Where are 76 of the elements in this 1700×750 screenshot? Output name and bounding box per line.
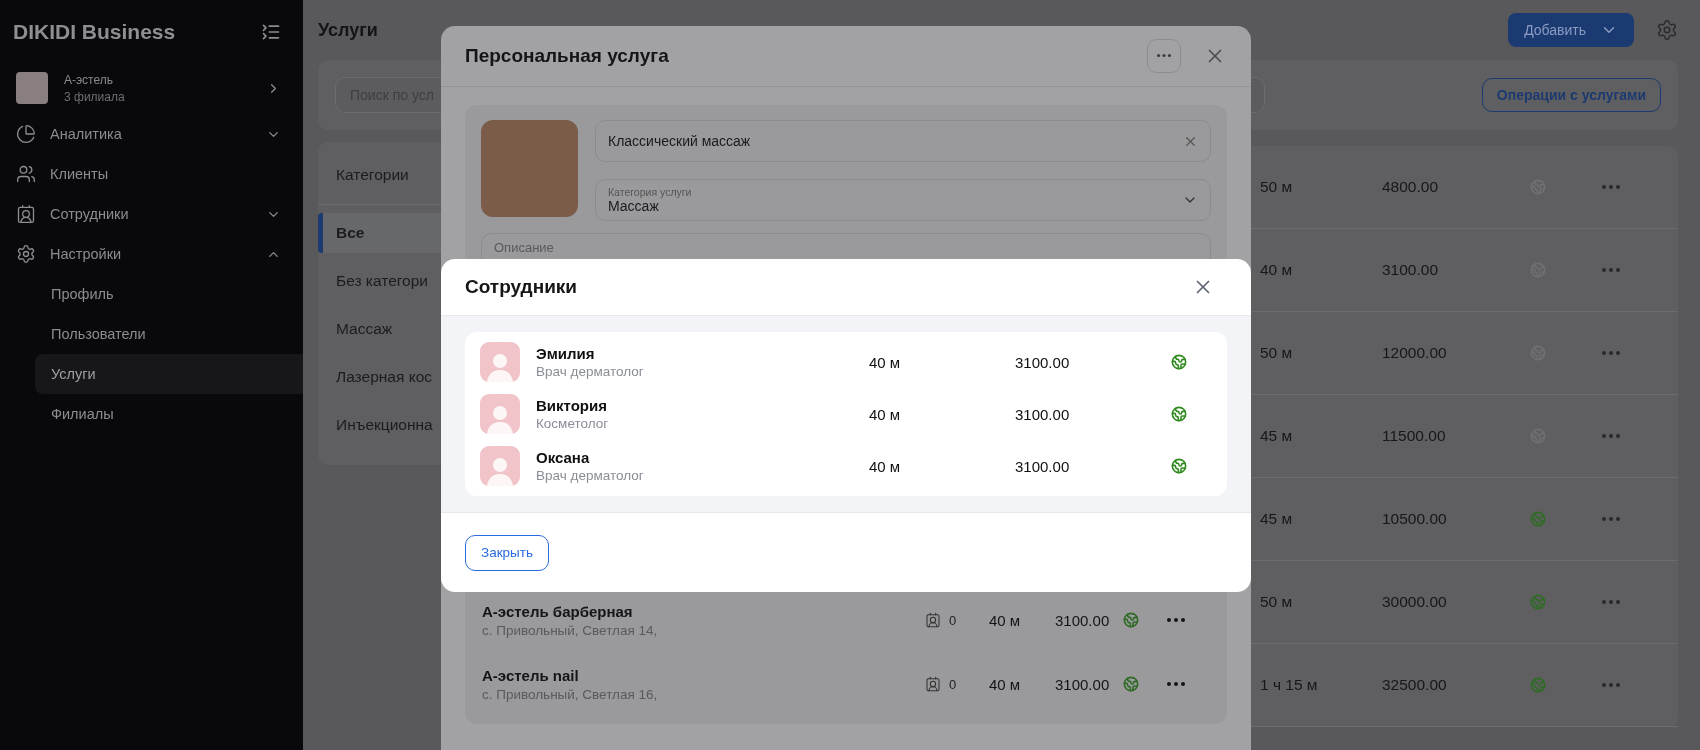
duration-cell-text: 40 м [869,405,902,423]
branch-address: с. Привольный, Светлая 16, [482,686,659,702]
ellipsis-icon [1167,682,1185,686]
sidebar-subitem[interactable]: Услуги [35,354,303,394]
ellipsis-icon [1602,600,1620,604]
nav-icon [16,164,36,184]
employee-role: Врач дерматолог [536,364,645,379]
dialog-title: Сотрудники [465,276,578,298]
ellipsis-icon [1602,683,1620,687]
ellipsis-icon [1602,517,1620,521]
nav-icon [16,204,36,224]
branch-name: А-эстель nail [482,666,580,684]
duration-cell-text: 40 м [989,675,1022,693]
employee-role: Врач дерматолог [536,468,645,483]
ellipsis-icon [1602,268,1620,272]
sidebar-item[interactable]: Аналитика [0,114,303,154]
price-cell-text: 3100.00 [1055,675,1111,693]
price-cell-text: 30000.00 [1382,593,1448,611]
dialog-title: Персональная услуга [465,45,670,67]
ellipsis-icon [1602,434,1620,438]
price-cell-text: 3100.00 [1015,457,1071,475]
employee-name: Эмилия [536,345,596,362]
sidebar-item[interactable]: Настройки [0,234,303,274]
duration-cell-text: 1 ч 15 м [1260,676,1319,694]
account-subtitle: 3 филиала [64,89,126,104]
duration-cell-text: 40 м [869,353,902,371]
sidebar-subitem[interactable]: Профиль [35,274,303,314]
sidebar-subitem[interactable]: Филиалы [35,394,303,434]
ellipsis-icon [1602,351,1620,355]
price-cell-text: 32500.00 [1382,676,1448,694]
staff-icon [925,612,941,628]
nav-icon [16,124,36,144]
staff-icon [925,676,941,692]
avatar-placeholder [480,394,520,434]
avatar-placeholder [480,342,520,382]
nav-icon [16,244,36,264]
duration-cell-text: 45 м [1260,427,1294,445]
duration-cell-text: 40 м [989,611,1022,629]
ellipsis-icon [1167,618,1185,622]
close-button[interactable]: Закрыть [465,534,549,571]
branch-name: А-эстель барберная [482,602,634,620]
employee-role: Косметолог [536,416,610,431]
price-cell-text: 10500.00 [1382,510,1448,528]
ellipsis-icon [1157,54,1171,58]
duration-cell-text: 50 м [1260,593,1294,611]
price-cell-text: 3100.00 [1382,261,1440,279]
category-select[interactable]: Категория услуги Массаж [595,179,1211,221]
duration-cell-text: 50 м [1260,178,1294,196]
ellipsis-icon [1602,185,1620,189]
price-cell-text: 3100.00 [1015,405,1071,423]
account-name: А-эстель [64,72,114,87]
sidebar-subitem[interactable]: Пользователи [35,314,303,354]
collapse-menu-icon[interactable] [261,22,281,42]
price-cell-text: 3100.00 [1055,611,1111,629]
sidebar-item[interactable]: Клиенты [0,154,303,194]
staff-count: 0 [949,676,958,692]
staff-count: 0 [949,612,958,628]
employee-name: Виктория [536,397,608,414]
sidebar-item[interactable]: Сотрудники [0,194,303,234]
duration-cell-text: 45 м [1260,510,1294,528]
price-cell-text: 12000.00 [1382,344,1448,362]
add-button[interactable]: Добавить [1508,13,1634,47]
settings-icon[interactable] [1656,19,1678,41]
service-name-field[interactable]: Классический массаж [595,120,1211,162]
page-title: Услуги [318,19,379,41]
duration-cell-text: 50 м [1260,344,1294,362]
price-cell-text: 3100.00 [1015,353,1071,371]
employee-name: Оксана [536,449,591,466]
avatar-placeholder [480,446,520,486]
brand-title: DIKIDI Business [13,20,176,44]
duration-cell-text: 40 м [1260,261,1294,279]
price-cell-text: 4800.00 [1382,178,1440,196]
duration-cell-text: 40 м [869,457,902,475]
branch-address: с. Привольный, Светлая 14, [482,622,659,638]
price-cell-text: 11500.00 [1382,427,1447,445]
salon-logo [16,72,48,104]
